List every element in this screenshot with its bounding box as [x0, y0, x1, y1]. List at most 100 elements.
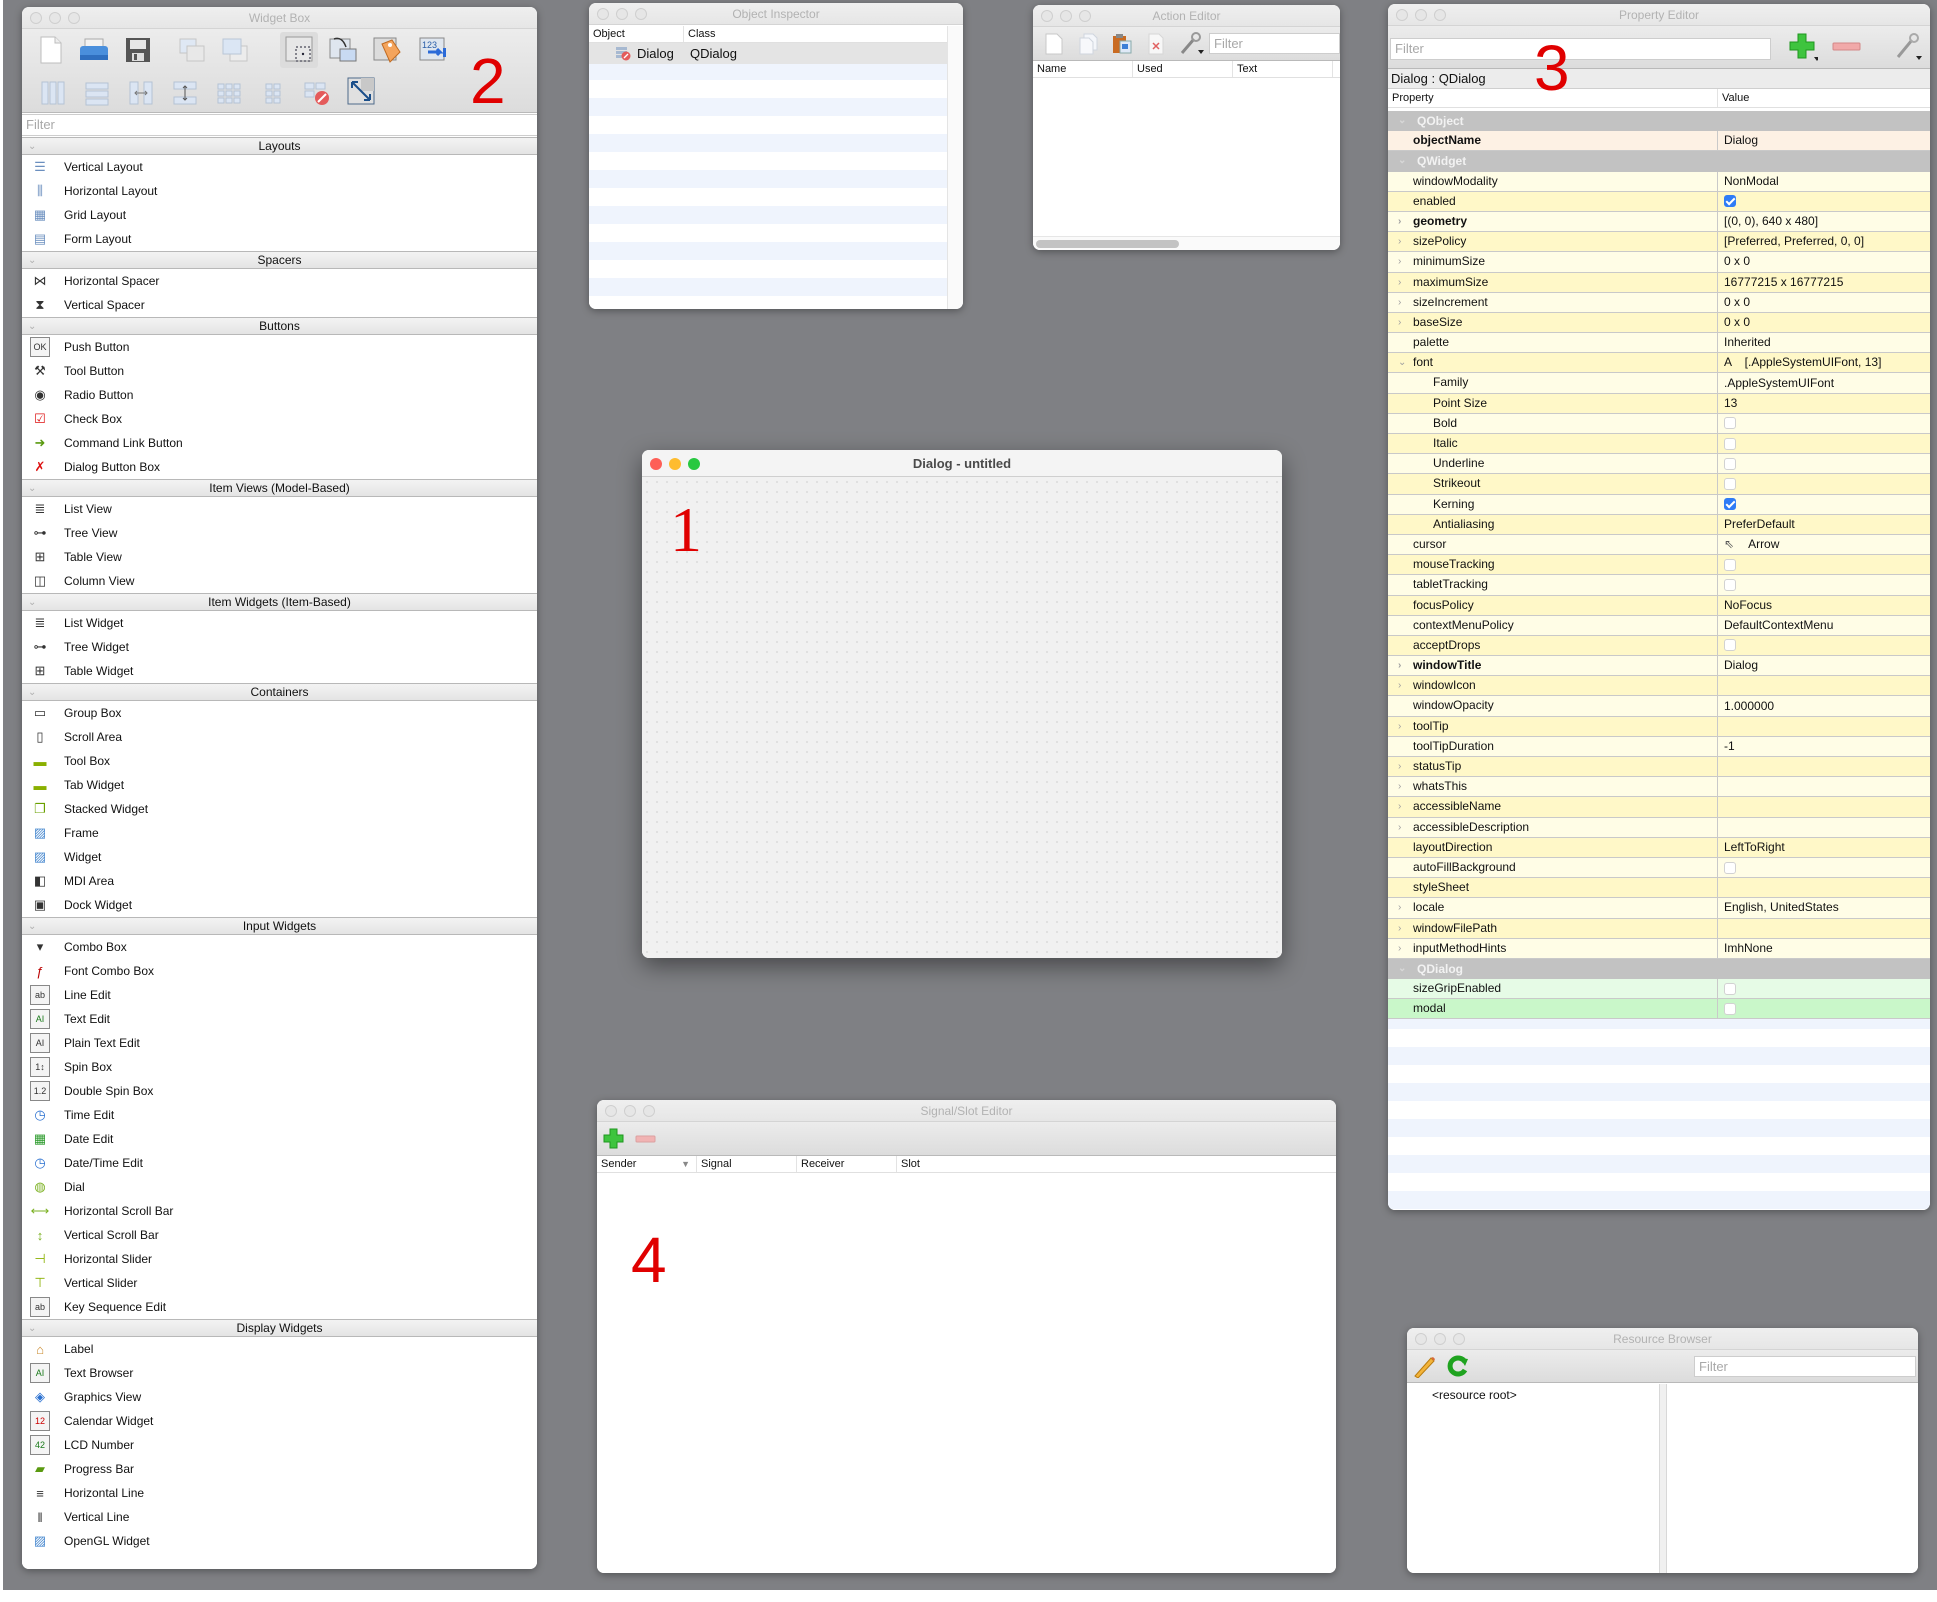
property-value[interactable]: [1718, 858, 1930, 877]
property-checkbox[interactable]: [1724, 457, 1736, 470]
property-group-header[interactable]: ⌄ QObject: [1388, 111, 1930, 132]
widget-item[interactable]: ▬ Tab Widget: [22, 773, 537, 797]
break-layout-icon[interactable]: [302, 78, 332, 108]
property-checkbox[interactable]: [1724, 437, 1736, 450]
property-row[interactable]: › inputMethodHints ImhNone: [1388, 938, 1930, 959]
minimize-button[interactable]: [669, 458, 681, 470]
property-value[interactable]: 0 x 0: [1718, 252, 1930, 271]
property-checkbox[interactable]: [1724, 1002, 1736, 1015]
property-row[interactable]: › baseSize 0 x 0: [1388, 312, 1930, 334]
widget-category-header[interactable]: ⌄ Item Widgets (Item-Based): [22, 593, 537, 611]
widget-item[interactable]: ≣ List Widget: [22, 611, 537, 635]
widget-item[interactable]: ▣ Dock Widget: [22, 893, 537, 917]
widget-item[interactable]: ▦ Grid Layout: [22, 203, 537, 227]
widget-item[interactable]: ab Key Sequence Edit: [22, 1295, 537, 1319]
property-checkbox[interactable]: [1724, 558, 1736, 571]
lay-out-vertically-icon[interactable]: [82, 78, 112, 108]
new-action-icon[interactable]: [1039, 29, 1069, 59]
widget-item[interactable]: ⊞ Table Widget: [22, 659, 537, 683]
widget-category-header[interactable]: ⌄ Item Views (Model-Based): [22, 479, 537, 497]
property-value[interactable]: [1718, 474, 1930, 493]
property-filter-input[interactable]: Filter: [1390, 38, 1771, 60]
widget-item[interactable]: ➜ Command Link Button: [22, 431, 537, 455]
widget-item[interactable]: AI Text Edit: [22, 1007, 537, 1031]
column-header-signal[interactable]: Signal: [697, 1156, 797, 1172]
minimize-button[interactable]: [624, 1105, 636, 1117]
widget-category-header[interactable]: ⌄ Spacers: [22, 251, 537, 269]
chevron-right-icon[interactable]: ›: [1398, 717, 1401, 736]
widget-item[interactable]: AI Plain Text Edit: [22, 1031, 537, 1055]
property-value[interactable]: PreferDefault: [1718, 515, 1930, 534]
property-row[interactable]: windowOpacity 1.000000: [1388, 696, 1930, 717]
property-checkbox[interactable]: [1724, 982, 1736, 995]
widget-item[interactable]: ✗ Dialog Button Box: [22, 455, 537, 479]
property-value[interactable]: 1.000000: [1718, 696, 1930, 715]
close-button[interactable]: [650, 458, 662, 470]
property-value[interactable]: .AppleSystemUIFont: [1718, 373, 1930, 392]
resource-tree[interactable]: <resource root>: [1407, 1384, 1659, 1573]
property-row[interactable]: objectName Dialog: [1388, 131, 1930, 152]
property-row[interactable]: › minimumSize 0 x 0: [1388, 252, 1930, 273]
property-row[interactable]: styleSheet: [1388, 878, 1930, 899]
widget-item[interactable]: ⊶ Tree View: [22, 521, 537, 545]
property-value[interactable]: [1718, 919, 1930, 938]
chevron-right-icon[interactable]: ›: [1398, 818, 1401, 837]
property-row[interactable]: tabletTracking: [1388, 575, 1930, 596]
property-row[interactable]: › maximumSize 16777215 x 16777215: [1388, 272, 1930, 293]
widget-item[interactable]: ▯ Scroll Area: [22, 725, 537, 749]
property-value[interactable]: [1718, 414, 1930, 433]
property-value[interactable]: A [.AppleSystemUIFont, 13]: [1718, 353, 1930, 372]
property-row[interactable]: palette Inherited: [1388, 333, 1930, 354]
chevron-right-icon[interactable]: ›: [1398, 676, 1401, 695]
chevron-down-icon[interactable]: ⌄: [1398, 353, 1406, 372]
property-value[interactable]: [1718, 495, 1930, 514]
zoom-button[interactable]: [1434, 9, 1446, 21]
widget-item[interactable]: ⧗ Vertical Spacer: [22, 293, 537, 317]
property-checkbox[interactable]: [1724, 477, 1736, 490]
property-value[interactable]: [1718, 575, 1930, 594]
widget-item[interactable]: ▬ Tool Box: [22, 749, 537, 773]
property-value[interactable]: [1718, 777, 1930, 796]
column-header-text[interactable]: Text: [1233, 61, 1333, 77]
chevron-right-icon[interactable]: ›: [1398, 939, 1401, 958]
property-row[interactable]: cursor ⇖ Arrow: [1388, 534, 1930, 556]
property-value[interactable]: 13: [1718, 394, 1930, 413]
action-table-body[interactable]: [1033, 80, 1340, 236]
zoom-button[interactable]: [635, 8, 647, 20]
widget-item[interactable]: ◉ Radio Button: [22, 383, 537, 407]
minimize-button[interactable]: [1060, 10, 1072, 22]
widget-item[interactable]: ≡ Horizontal Line: [22, 1481, 537, 1505]
property-row[interactable]: sizeGripEnabled: [1388, 979, 1930, 1000]
property-value[interactable]: 16777215 x 16777215: [1718, 273, 1930, 292]
property-row[interactable]: modal: [1388, 999, 1930, 1020]
widget-category-header[interactable]: ⌄ Containers: [22, 683, 537, 701]
property-checkbox[interactable]: [1724, 861, 1736, 874]
configure-wrench-icon[interactable]: [1177, 29, 1207, 59]
edit-widgets-icon[interactable]: [280, 32, 318, 68]
lay-out-vertical-splitter-icon[interactable]: [170, 78, 200, 108]
add-connection-icon[interactable]: [599, 1124, 629, 1154]
widget-filter-input[interactable]: Filter: [22, 114, 537, 136]
zoom-button[interactable]: [643, 1105, 655, 1117]
close-button[interactable]: [1415, 1333, 1427, 1345]
property-value[interactable]: [1718, 454, 1930, 473]
property-row[interactable]: › windowTitle Dialog: [1388, 656, 1930, 677]
property-value[interactable]: [1718, 818, 1930, 837]
property-value[interactable]: [(0, 0), 640 x 480]: [1718, 212, 1930, 231]
close-button[interactable]: [30, 12, 42, 24]
property-row[interactable]: Point Size 13: [1388, 393, 1930, 414]
widget-item[interactable]: ⟷ Horizontal Scroll Bar: [22, 1199, 537, 1223]
property-row[interactable]: autoFillBackground: [1388, 857, 1930, 879]
column-header-class[interactable]: Class: [684, 26, 947, 42]
widget-item[interactable]: ☰ Vertical Layout: [22, 155, 537, 179]
widget-item[interactable]: 1↕ Spin Box: [22, 1055, 537, 1079]
property-group-header[interactable]: ⌄ QDialog: [1388, 958, 1930, 980]
property-row[interactable]: Bold: [1388, 413, 1930, 434]
widget-category-header[interactable]: ⌄ Buttons: [22, 317, 537, 335]
minimize-button[interactable]: [1434, 1333, 1446, 1345]
action-editor-titlebar[interactable]: Action Editor: [1033, 5, 1340, 27]
resource-filter-input[interactable]: Filter: [1694, 1356, 1916, 1377]
property-value[interactable]: Dialog: [1718, 131, 1930, 150]
property-value[interactable]: ⇖ Arrow: [1718, 535, 1930, 554]
widget-item[interactable]: OK Push Button: [22, 335, 537, 359]
